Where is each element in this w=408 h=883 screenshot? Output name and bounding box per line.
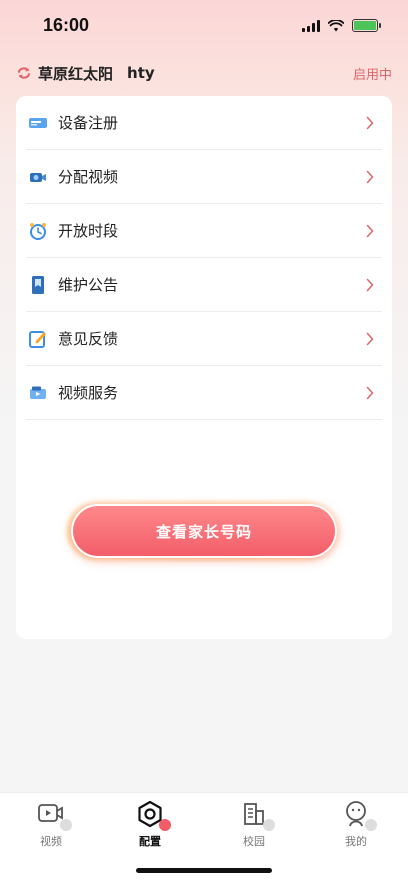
menu-item-label: 开放时段 [58,222,119,240]
status-badge: 启用中 [352,67,392,83]
status-icons [302,19,381,32]
tab-video[interactable]: 视频 [21,799,81,849]
tab-config[interactable]: 配置 [120,799,180,849]
menu-item-label: 意见反馈 [58,330,119,348]
menu-item-device-register[interactable]: 设备注册 [26,96,382,150]
settings-hex-icon [135,799,171,831]
school-name: 草原红太阳 [38,64,114,83]
menu-item-label: 维护公告 [58,276,119,294]
video-icon [36,799,72,831]
chevron-right-icon [366,278,374,291]
menu-item-video-service[interactable]: 视频服务 [26,366,382,420]
menu-item-label: 分配视频 [58,168,119,186]
edit-icon [28,329,48,349]
battery-icon [352,19,381,32]
chevron-right-icon [366,116,374,129]
device-card-icon [28,113,48,133]
chevron-right-icon [366,386,374,399]
tab-label: 校园 [243,835,265,848]
campus-building-icon [239,799,275,831]
school-switcher[interactable]: 草原红太阳 hty [16,63,155,84]
chevron-right-icon [366,170,374,183]
signal-icon [302,19,320,32]
menu-item-label: 视频服务 [58,384,119,402]
menu-item-open-hours[interactable]: 开放时段 [26,204,382,258]
tab-profile[interactable]: 我的 [326,799,386,849]
menu-item-feedback[interactable]: 意见反馈 [26,312,382,366]
status-time: 16:00 [43,15,90,35]
chevron-right-icon [366,224,374,237]
bookmark-icon [28,275,48,295]
profile-icon [341,799,377,831]
camera-icon [28,167,48,187]
chevron-right-icon [366,332,374,345]
header-row: 草原红太阳 hty 启用中 [16,62,392,84]
alarm-clock-icon [28,221,48,241]
tab-label: 视频 [40,835,62,848]
user-name: hty [127,64,155,82]
home-indicator [136,868,272,873]
video-service-icon [28,383,48,403]
menu-item-maintenance-notice[interactable]: 维护公告 [26,258,382,312]
tab-label: 我的 [345,835,367,848]
menu-item-label: 设备注册 [58,114,119,132]
menu-list: 设备注册 分配视频 开放时段 维护公告 意见反馈 视频服务 [16,96,392,420]
view-parent-numbers-button[interactable]: 查看家长号码 [71,504,337,558]
tab-campus[interactable]: 校园 [224,799,284,849]
tab-label: 配置 [139,835,161,848]
config-card: 设备注册 分配视频 开放时段 维护公告 意见反馈 视频服务 查看家长号码 [16,96,392,639]
menu-item-assign-video[interactable]: 分配视频 [26,150,382,204]
switch-icon[interactable] [16,66,32,80]
cta-glow: 查看家长号码 [66,500,342,562]
status-bar: 16:00 [0,0,408,56]
wifi-icon [328,19,344,31]
